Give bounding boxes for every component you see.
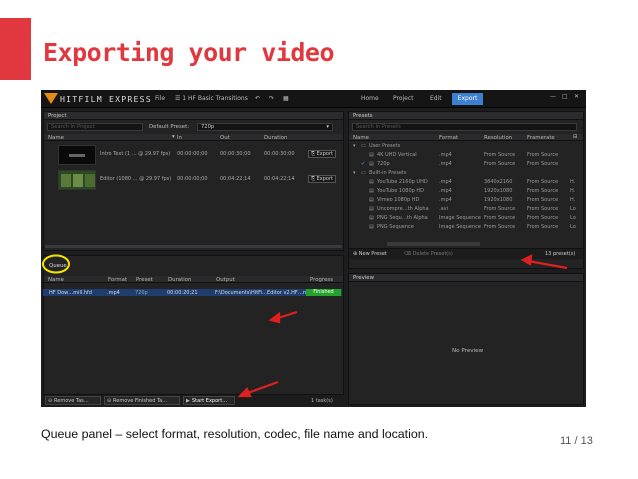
app-screenshot: HITFILM EXPRESS File ☰ 1 HF Basic Transi… bbox=[41, 90, 586, 407]
highlight-circle bbox=[42, 254, 70, 274]
pointer-arrow bbox=[520, 254, 568, 270]
slide-title: Exporting your video bbox=[43, 38, 335, 67]
page-number: 11 / 13 bbox=[560, 435, 593, 447]
pointer-arrow bbox=[268, 310, 298, 324]
slide-caption: Queue panel – select format, resolution,… bbox=[41, 427, 429, 441]
pointer-arrow bbox=[237, 380, 279, 398]
slide-accent-tab bbox=[0, 18, 31, 80]
annotation-overlay bbox=[42, 254, 568, 398]
